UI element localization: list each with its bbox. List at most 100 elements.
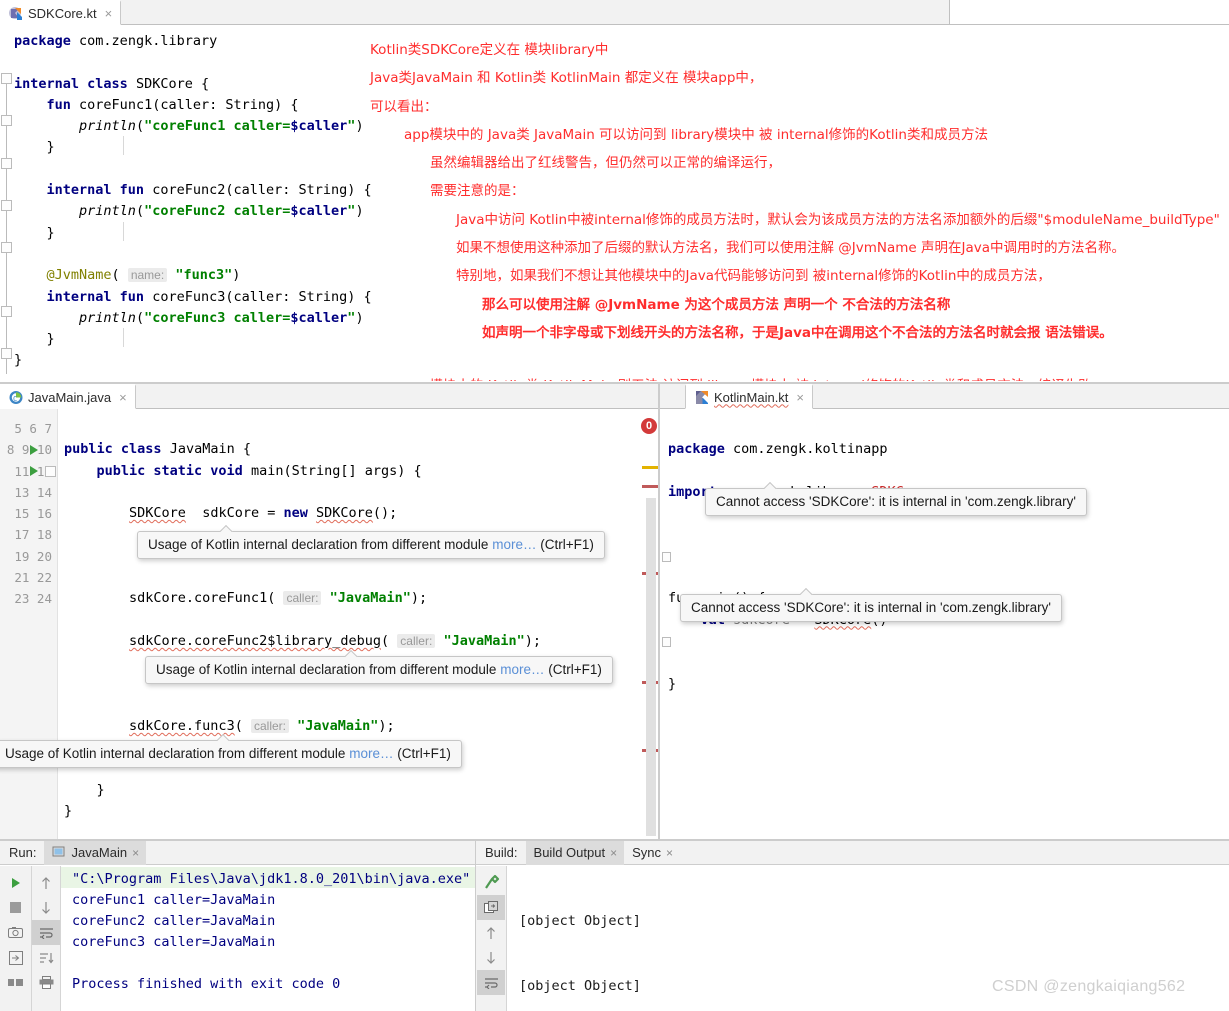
tooltip-cannot-access-2: Cannot access 'SDKCore': it is internal … <box>680 594 1062 622</box>
close-icon[interactable]: × <box>119 390 127 405</box>
editor-kotlinmain-kt[interactable]: package com.zengk.koltinapp import com.z… <box>660 409 1229 839</box>
kotlin-file-icon <box>695 390 709 405</box>
svg-text:C: C <box>13 395 17 403</box>
scroll-down-icon[interactable] <box>32 895 60 920</box>
tooltip-text: Cannot access 'SDKCore': it is internal … <box>716 494 1076 509</box>
error-count-badge[interactable]: 0 <box>641 418 657 434</box>
indent-guide <box>123 136 124 155</box>
run-tab-label: JavaMain <box>71 845 128 860</box>
build-line: [object Object] <box>519 913 641 929</box>
build-tab-label: Build Output <box>533 845 606 860</box>
tabbar-right-blank <box>949 0 1229 25</box>
fold-marker[interactable] <box>1 242 12 253</box>
indent-guide <box>123 328 124 347</box>
build-icon[interactable] <box>477 870 505 895</box>
tooltip-shortcut: (Ctrl+F1) <box>536 537 594 552</box>
run-console[interactable]: "C:\Program Files\Java\jdk1.8.0_201\bin\… <box>61 867 475 1011</box>
annotation-line: 如声明一个非字母或下划线开头的方法名称，于是Java中在调用这个不合法的方法名时… <box>482 324 1113 341</box>
stop-icon[interactable] <box>2 895 30 920</box>
close-icon[interactable]: × <box>610 846 617 860</box>
print-icon[interactable] <box>32 970 60 995</box>
java-file-icon: C <box>9 390 23 405</box>
wrap-icon[interactable] <box>477 970 505 995</box>
tab-label: JavaMain.java <box>28 389 112 405</box>
fold-marker[interactable] <box>1 158 12 169</box>
annotation-line: Java类JavaMain 和 Kotlin类 KotlinMain 都定义在 … <box>370 70 763 87</box>
tooltip-cannot-access-1: Cannot access 'SDKCore': it is internal … <box>705 488 1087 516</box>
tooltip-more-link[interactable]: more… <box>349 746 393 761</box>
indent-guide <box>123 222 124 241</box>
ide-window: SDKCore.kt × package com.zengk.library i… <box>0 0 1229 1011</box>
error-marker[interactable] <box>642 485 658 488</box>
annotation-line: Java中访问 Kotlin中被internal修饰的成员方法时，默认会为该成员… <box>456 211 1220 228</box>
run-tab-javamain[interactable]: JavaMain × <box>44 840 147 865</box>
build-tab-sync[interactable]: Sync × <box>624 841 680 865</box>
console-line: coreFunc1 caller=JavaMain <box>72 892 276 908</box>
build-actions <box>476 866 506 1011</box>
tooltip-text: Usage of Kotlin internal declaration fro… <box>5 746 350 761</box>
soft-wrap-icon[interactable] <box>32 920 60 945</box>
camera-icon[interactable] <box>2 920 30 945</box>
close-icon[interactable]: × <box>796 390 804 405</box>
tooltip-text: Cannot access 'SDKCore': it is internal … <box>691 600 1051 615</box>
restart-icon[interactable] <box>477 895 505 920</box>
run-gutter-icon[interactable] <box>30 445 38 455</box>
build-tab-build-output[interactable]: Build Output × <box>525 840 625 865</box>
console-line: "C:\Program Files\Java\jdk1.8.0_201\bin\… <box>72 871 471 887</box>
fold-marker[interactable] <box>1 73 12 84</box>
watermark: CSDN @zengkaiqiang562 <box>992 978 1186 995</box>
tooltip-more-link[interactable]: more… <box>500 662 544 677</box>
run-console-text: "C:\Program Files\Java\jdk1.8.0_201\bin\… <box>72 869 470 995</box>
export-icon[interactable] <box>2 945 30 970</box>
run-gutter-icon[interactable] <box>30 466 38 476</box>
tooltip-internal-usage-2: Usage of Kotlin internal declaration fro… <box>145 656 613 684</box>
fold-marker[interactable] <box>1 200 12 211</box>
run-icon[interactable] <box>2 870 30 895</box>
sort-icon[interactable] <box>32 945 60 970</box>
tab-sdkcore-kt[interactable]: SDKCore.kt × <box>0 0 122 25</box>
tabbar-filler <box>813 384 1229 408</box>
gutter-divider <box>57 409 58 839</box>
layout-icon[interactable] <box>2 970 30 995</box>
close-icon[interactable]: × <box>132 846 139 860</box>
tooltip-more-link[interactable]: more… <box>492 537 536 552</box>
kotlin-editor-tabbar: KotlinMain.kt × <box>660 384 1229 409</box>
fold-marker[interactable] <box>45 466 56 477</box>
tooltip-internal-usage-1: Usage of Kotlin internal declaration fro… <box>137 531 605 559</box>
fold-marker[interactable] <box>662 552 671 562</box>
fold-marker[interactable] <box>1 115 12 126</box>
fold-marker[interactable] <box>1 306 12 317</box>
scroll-up-icon[interactable] <box>32 870 60 895</box>
tab-kotlinmain-kt[interactable]: KotlinMain.kt × <box>685 384 814 409</box>
tooltip-text: Usage of Kotlin internal declaration fro… <box>148 537 493 552</box>
down-icon[interactable] <box>477 945 505 970</box>
tooltip-text: Usage of Kotlin internal declaration fro… <box>156 662 501 677</box>
up-icon[interactable] <box>477 920 505 945</box>
code-content-sdkcore: package com.zengk.library internal class… <box>14 33 372 369</box>
annotation-line: 可以看出： <box>370 98 438 115</box>
tab-javamain-java[interactable]: C JavaMain.java × <box>0 384 136 409</box>
annotation-line: 如果不想使用这种添加了后缀的默认方法名，我们可以使用注解 @JvmName 声明… <box>456 240 1126 257</box>
annotation-line: 那么可以使用注解 @JvmName 为这个成员方法 声明一个 不合法的方法名称 <box>482 296 951 313</box>
console-line: coreFunc3 caller=JavaMain <box>72 934 276 950</box>
run-panel-label: Run: <box>9 845 37 860</box>
run-config-icon <box>52 845 66 860</box>
annotation-line: 需要注意的是： <box>430 183 525 200</box>
error-count-text: 0 <box>645 420 653 432</box>
console-line: Process finished with exit code 0 <box>72 976 341 992</box>
run-tool-window: Run: JavaMain × "C:\Program Files\Java\j… <box>0 840 475 1011</box>
annotation-line: app模块中的 Java类 JavaMain 可以访问到 library模块中 … <box>404 126 988 143</box>
editor-scrollbar-thumb[interactable] <box>646 498 656 836</box>
close-icon[interactable]: × <box>666 846 673 860</box>
fold-marker[interactable] <box>1 348 12 359</box>
annotation-line: Kotlin类SDKCore定义在 模块library中 <box>370 42 609 58</box>
tabbar-filler <box>135 384 660 408</box>
kotlin-file-icon <box>9 6 23 21</box>
editor-javamain-java[interactable]: 5 6 7 8 9 10 11 12 13 14 15 16 17 18 19 … <box>0 409 660 839</box>
tooltip-shortcut: (Ctrl+F1) <box>393 746 451 761</box>
build-panel-label: Build: <box>485 845 518 860</box>
editor-sdkcore-kt[interactable]: package com.zengk.library internal class… <box>0 26 1229 381</box>
fold-marker[interactable] <box>662 637 671 647</box>
close-icon[interactable]: × <box>105 6 113 21</box>
warning-marker[interactable] <box>642 466 658 469</box>
